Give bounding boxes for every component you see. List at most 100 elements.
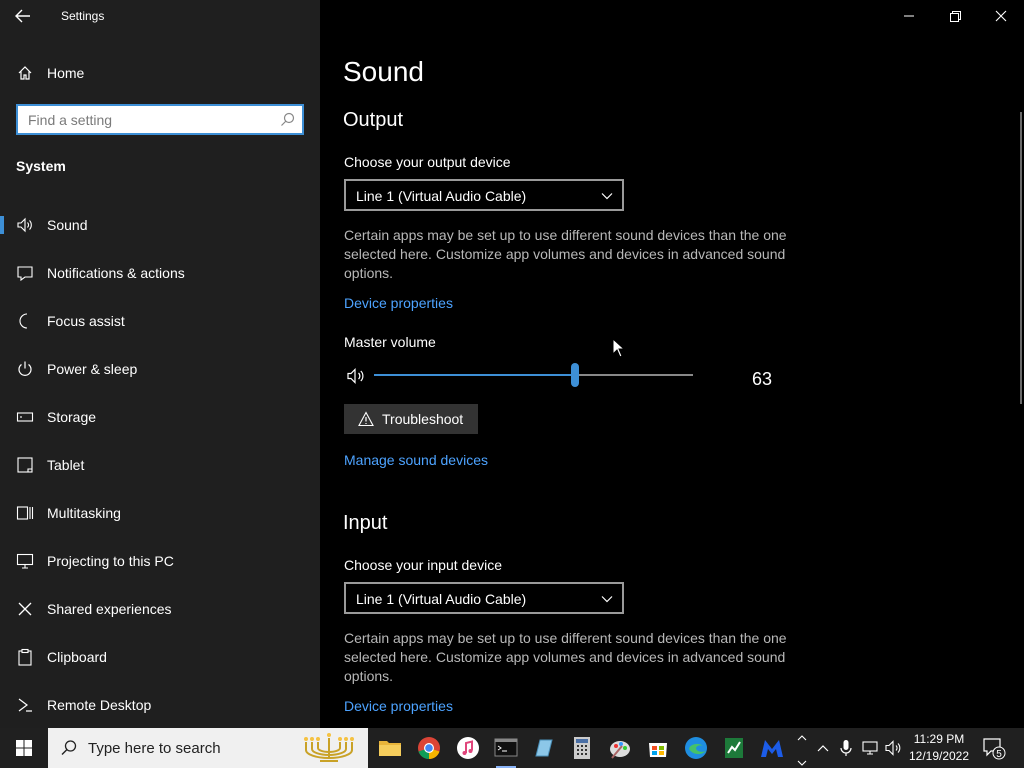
- master-volume-row: [344, 363, 784, 392]
- output-device-dropdown[interactable]: Line 1 (Virtual Audio Cable): [344, 179, 624, 211]
- multitasking-icon: [16, 506, 34, 520]
- sidebar-item-label: Multitasking: [47, 505, 121, 521]
- speaker-icon: [17, 217, 32, 233]
- sidebar-item-label: Storage: [47, 409, 97, 425]
- projecting-icon: [16, 553, 34, 569]
- show-hidden-icons-icon[interactable]: [813, 738, 833, 758]
- mouse-cursor-icon: [612, 338, 626, 358]
- home-icon: [18, 66, 32, 80]
- back-button[interactable]: [12, 6, 36, 26]
- sidebar-item-label: Tablet: [47, 457, 85, 473]
- terminal-icon[interactable]: [490, 732, 522, 768]
- clock-date: 12/19/2022: [908, 749, 970, 763]
- file-explorer-icon[interactable]: [374, 732, 406, 764]
- input-device-dropdown[interactable]: Line 1 (Virtual Audio Cable): [344, 582, 624, 614]
- remote-desktop-icon: [18, 698, 32, 712]
- taskbar-scroll[interactable]: [793, 728, 811, 768]
- chevron-up-icon: [797, 735, 807, 741]
- paint-icon[interactable]: [604, 732, 636, 764]
- sidebar-item-label: Focus assist: [47, 313, 125, 329]
- start-button[interactable]: [0, 728, 48, 768]
- sidebar-item-label: Clipboard: [47, 649, 107, 665]
- sidebar-item-notifications[interactable]: Notifications & actions: [0, 251, 320, 295]
- window-title: Settings: [61, 9, 105, 23]
- master-volume-value: 63: [752, 369, 773, 389]
- windows-logo-icon: [16, 740, 32, 756]
- action-center-icon: 5: [983, 738, 1006, 760]
- content-scrollbar[interactable]: [1020, 112, 1022, 404]
- sidebar-item-tablet[interactable]: Tablet: [0, 443, 320, 487]
- sidebar-item-multitasking[interactable]: Multitasking: [0, 491, 320, 535]
- input-heading: Input: [343, 512, 388, 534]
- microphone-icon[interactable]: [836, 738, 856, 758]
- master-volume-slider[interactable]: [374, 363, 693, 387]
- sidebar-item-projecting[interactable]: Projecting to this PC: [0, 539, 320, 583]
- output-device-label: Choose your output device: [344, 154, 511, 170]
- input-device-value: Line 1 (Virtual Audio Cable): [356, 591, 527, 607]
- home-nav-item[interactable]: Home: [0, 58, 320, 88]
- volume-icon[interactable]: [884, 738, 904, 758]
- sidebar-item-storage[interactable]: Storage: [0, 395, 320, 439]
- search-icon[interactable]: [280, 112, 295, 127]
- output-heading: Output: [343, 109, 404, 131]
- sidebar-item-remote-desktop[interactable]: Remote Desktop: [0, 683, 320, 727]
- section-title: System: [16, 158, 66, 174]
- chevron-down-icon: [601, 596, 613, 603]
- sidebar-item-power-sleep[interactable]: Power & sleep: [0, 347, 320, 391]
- sidebar-item-shared-experiences[interactable]: Shared experiences: [0, 587, 320, 631]
- taskbar-clock[interactable]: 11:29 PM 12/19/2022: [906, 731, 972, 765]
- volume-icon[interactable]: [346, 366, 366, 386]
- sidebar-item-label: Sound: [47, 217, 88, 233]
- settings-sidebar: Settings Home System Sound Notifications…: [0, 0, 320, 728]
- shared-experiences-icon: [18, 602, 32, 616]
- troubleshoot-label: Troubleshoot: [382, 411, 464, 427]
- malwarebytes-icon[interactable]: [756, 732, 788, 764]
- slider-thumb[interactable]: [570, 363, 579, 387]
- output-description: Certain apps may be set up to use differ…: [344, 227, 787, 281]
- manage-sound-devices-link[interactable]: Manage sound devices: [344, 452, 488, 468]
- taskbar-search-placeholder: Type here to search: [88, 740, 221, 757]
- power-icon: [18, 361, 32, 376]
- chrome-icon[interactable]: [413, 732, 445, 764]
- clipboard-icon: [18, 648, 32, 666]
- chevron-down-icon: [601, 193, 613, 200]
- sidebar-item-label: Projecting to this PC: [47, 553, 174, 569]
- sidebar-item-label: Notifications & actions: [47, 265, 185, 281]
- action-center-button[interactable]: 5: [978, 734, 1010, 762]
- notepad-icon[interactable]: [528, 732, 560, 764]
- tablet-icon: [17, 457, 33, 473]
- master-volume-label: Master volume: [344, 334, 436, 350]
- notification-count: 5: [996, 749, 1002, 760]
- sound-settings-page: Sound Output Choose your output device L…: [320, 0, 1024, 728]
- settings-search-box[interactable]: [16, 104, 304, 135]
- sidebar-item-label: Shared experiences: [47, 601, 172, 617]
- network-icon[interactable]: [860, 738, 880, 758]
- home-label: Home: [47, 65, 85, 81]
- chevron-down-icon: [797, 760, 807, 766]
- edge-icon[interactable]: [680, 732, 712, 764]
- storage-icon: [16, 412, 34, 422]
- menorah-icon: [304, 733, 354, 762]
- sidebar-item-clipboard[interactable]: Clipboard: [0, 635, 320, 679]
- output-device-value: Line 1 (Virtual Audio Cable): [356, 188, 527, 204]
- troubleshoot-button[interactable]: Troubleshoot: [344, 404, 478, 434]
- spreadsheet-icon[interactable]: [718, 732, 750, 764]
- settings-search-input[interactable]: [18, 106, 278, 133]
- title-bar: Settings: [0, 0, 320, 32]
- sidebar-item-sound[interactable]: Sound: [0, 203, 320, 247]
- input-device-properties-link[interactable]: Device properties: [344, 698, 453, 714]
- itunes-icon[interactable]: [452, 732, 484, 764]
- notifications-icon: [17, 266, 33, 282]
- sidebar-item-label: Power & sleep: [47, 361, 138, 377]
- sidebar-item-focus-assist[interactable]: Focus assist: [0, 299, 320, 343]
- store-icon[interactable]: [642, 732, 674, 764]
- page-title: Sound: [343, 56, 424, 87]
- output-device-properties-link[interactable]: Device properties: [344, 295, 453, 311]
- sidebar-item-label: Remote Desktop: [47, 697, 152, 713]
- warning-icon: [358, 411, 374, 427]
- back-arrow-icon: [15, 9, 30, 23]
- calculator-icon[interactable]: [566, 732, 598, 764]
- taskbar-search-box[interactable]: Type here to search: [48, 728, 368, 768]
- search-icon: [61, 740, 77, 755]
- input-device-label: Choose your input device: [344, 557, 502, 573]
